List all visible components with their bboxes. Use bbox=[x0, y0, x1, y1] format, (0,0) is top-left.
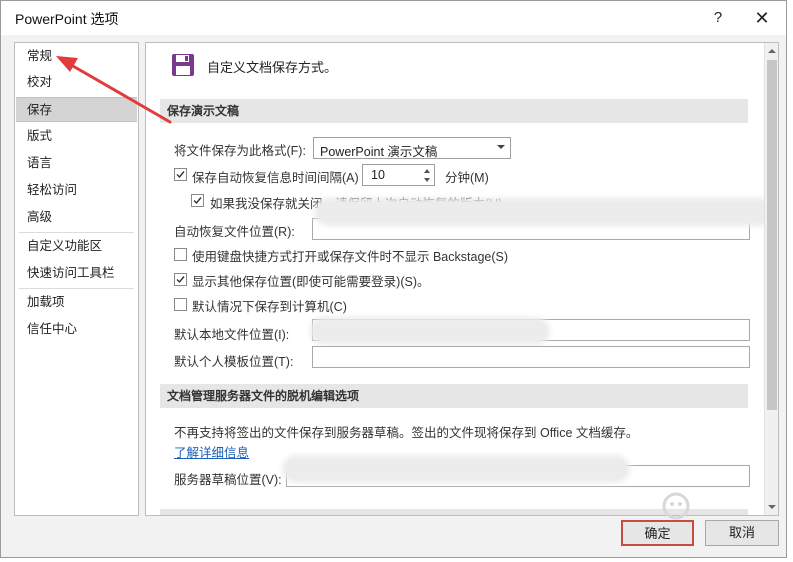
sidebar-item-customize-ribbon[interactable]: 自定义功能区 bbox=[16, 234, 137, 259]
keyboard-shortcut-backstage-label: 使用键盘快捷方式打开或保存文件时不显示 Backstage(S) bbox=[192, 250, 509, 264]
section-header-offline-editing: 文档管理服务器文件的脱机编辑选项 bbox=[160, 384, 748, 408]
sidebar-item-addins[interactable]: 加载项 bbox=[16, 290, 137, 315]
sidebar-item-layout[interactable]: 版式 bbox=[16, 124, 137, 149]
section-header-save-presentations: 保存演示文稿 bbox=[160, 99, 748, 123]
scroll-up-icon[interactable] bbox=[767, 46, 777, 56]
sidebar-divider bbox=[19, 232, 134, 233]
sidebar-item-language[interactable]: 语言 bbox=[16, 151, 137, 176]
default-template-location-input[interactable] bbox=[312, 346, 750, 368]
minutes-label: 分钟(M) bbox=[445, 171, 489, 185]
sidebar: 常规 校对 保存 版式 语言 轻松访问 高级 自定义功能区 快速访问工具栏 加载… bbox=[14, 42, 139, 516]
autorecover-checkbox[interactable] bbox=[174, 168, 187, 181]
spin-down-icon[interactable] bbox=[423, 176, 431, 184]
save-format-label: 将文件保存为此格式(F): bbox=[174, 144, 306, 158]
redacted-path bbox=[318, 202, 774, 222]
chevron-down-icon bbox=[497, 145, 505, 149]
sidebar-item-save[interactable]: 保存 bbox=[16, 97, 137, 122]
redacted-path bbox=[286, 459, 626, 479]
autorecover-minutes-value: 10 bbox=[371, 168, 385, 182]
learn-more-link[interactable]: 了解详细信息 bbox=[174, 442, 249, 461]
keyboard-shortcut-backstage-checkbox[interactable] bbox=[174, 248, 187, 261]
sidebar-item-advanced[interactable]: 高级 bbox=[16, 205, 137, 230]
autorecover-label: 保存自动恢复信息时间间隔(A) bbox=[192, 171, 359, 185]
show-other-locations-label: 显示其他保存位置(即使可能需要登录)(S)。 bbox=[192, 275, 430, 289]
show-other-locations-checkbox[interactable] bbox=[174, 273, 187, 286]
main-panel: 自定义文档保存方式。 保存演示文稿 将文件保存为此格式(F): PowerPoi… bbox=[145, 42, 779, 516]
close-button[interactable]: ✕ bbox=[751, 7, 773, 29]
checkmark-icon bbox=[176, 276, 185, 284]
sidebar-item-general[interactable]: 常规 bbox=[16, 44, 137, 69]
options-dialog: PowerPoint 选项 ? ✕ 常规 校对 保存 版式 语言 轻松访问 高级… bbox=[0, 0, 787, 558]
save-to-computer-checkbox[interactable] bbox=[174, 298, 187, 311]
sidebar-item-quick-access-toolbar[interactable]: 快速访问工具栏 bbox=[16, 261, 137, 286]
server-drafts-location-label: 服务器草稿位置(V): bbox=[174, 473, 282, 487]
checkmark-icon bbox=[193, 197, 202, 205]
server-drafts-info: 不再支持将签出的文件保存到服务器草稿。签出的文件现将保存到 Office 文档缓… bbox=[174, 426, 639, 440]
floppy-disk-icon bbox=[172, 54, 194, 76]
sidebar-divider bbox=[19, 288, 134, 289]
sidebar-item-proofing[interactable]: 校对 bbox=[16, 70, 137, 95]
save-to-computer-label: 默认情况下保存到计算机(C) bbox=[192, 300, 347, 314]
spin-up-icon[interactable] bbox=[423, 167, 431, 175]
page-description: 自定义文档保存方式。 bbox=[207, 60, 338, 75]
scroll-down-icon[interactable] bbox=[767, 502, 777, 512]
save-format-dropdown[interactable]: PowerPoint 演示文稿 bbox=[313, 137, 511, 159]
keep-last-version-checkbox[interactable] bbox=[191, 194, 204, 207]
default-template-location-label: 默认个人模板位置(T): bbox=[174, 355, 294, 369]
sidebar-item-accessibility[interactable]: 轻松访问 bbox=[16, 178, 137, 203]
title-bar: PowerPoint 选项 ? ✕ bbox=[1, 1, 786, 35]
sidebar-item-trust-center[interactable]: 信任中心 bbox=[16, 317, 137, 342]
scroll-thumb[interactable] bbox=[767, 60, 777, 410]
checkmark-icon bbox=[176, 171, 185, 179]
window-title: PowerPoint 选项 bbox=[15, 11, 119, 27]
autorecover-location-label: 自动恢复文件位置(R): bbox=[174, 225, 295, 239]
autorecover-minutes-spinner[interactable]: 10 bbox=[362, 164, 435, 186]
help-button[interactable]: ? bbox=[707, 7, 729, 29]
redacted-path bbox=[314, 321, 546, 341]
default-local-location-label: 默认本地文件位置(I): bbox=[174, 328, 290, 342]
vertical-scrollbar[interactable] bbox=[764, 43, 778, 515]
save-format-value: PowerPoint 演示文稿 bbox=[320, 145, 438, 159]
watermark-logo bbox=[662, 492, 690, 520]
